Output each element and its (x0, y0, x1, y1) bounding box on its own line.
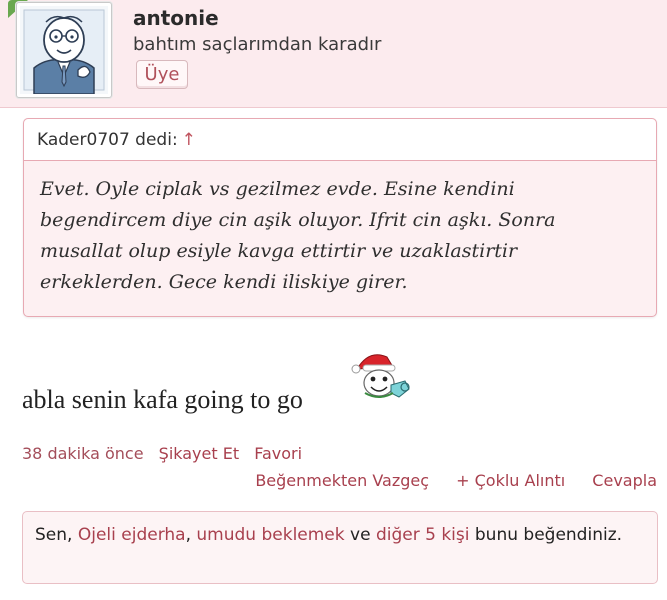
cartoon-avatar-image (20, 6, 108, 94)
liker-link[interactable]: umudu beklemek (196, 525, 344, 545)
go-to-quote-arrow-icon[interactable]: ↑ (182, 130, 196, 150)
likes-suffix: bunu beğendiniz. (474, 525, 623, 545)
unlike-link[interactable]: Beğenmekten Vazgeç (255, 471, 429, 490)
post-meta: 38 dakika önce Şikayet Et Favori (22, 444, 312, 463)
user-header: antonie bahtım saçlarımdan karadır Üye (0, 0, 667, 108)
multi-quote-link[interactable]: + Çoklu Alıntı (456, 471, 565, 490)
report-link[interactable]: Şikayet Et (159, 444, 239, 463)
username[interactable]: antonie (133, 6, 219, 30)
likes-and: ve (350, 525, 371, 545)
post-message: abla senin kafa going to go (22, 385, 303, 414)
quote-block: Kader0707 dedi: ↑ Evet. Oyle ciplak vs ge… (23, 118, 657, 317)
quote-author: Kader0707 dedi: (37, 130, 178, 150)
quote-text: Evet. Oyle ciplak vs gezilmez evde. Esin… (40, 178, 556, 293)
liker-link[interactable]: Ojeli ejderha (78, 525, 186, 545)
avatar[interactable] (16, 2, 112, 98)
post-time[interactable]: 38 dakika önce (22, 444, 144, 463)
santa-smiley-icon (351, 354, 410, 398)
user-title: bahtım saçlarımdan karadır (133, 34, 382, 55)
likes-summary: Sen, Ojeli ejderha, umudu beklemek ve di… (22, 511, 658, 584)
quote-header: Kader0707 dedi: ↑ (24, 119, 656, 161)
post-actions: Beğenmekten Vazgeç + Çoklu Alıntı Cevapl… (233, 471, 657, 490)
rank-badge: Üye (136, 60, 188, 89)
other-likers-link[interactable]: diğer 5 kişi (376, 525, 470, 545)
reply-link[interactable]: Cevapla (592, 471, 657, 490)
likes-separator: , (185, 525, 191, 545)
likes-prefix: Sen, (35, 525, 73, 545)
favorite-link[interactable]: Favori (254, 444, 302, 463)
